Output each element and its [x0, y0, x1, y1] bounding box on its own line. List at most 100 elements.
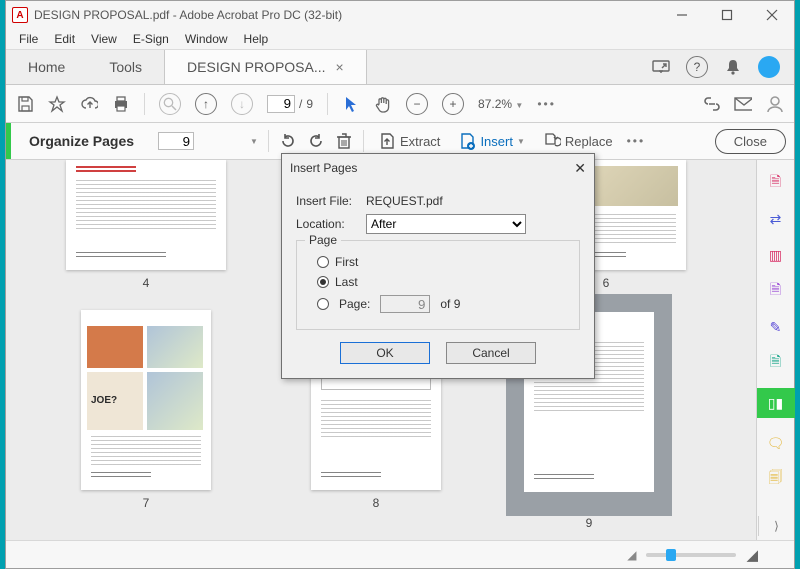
help-icon[interactable]: ? — [686, 56, 708, 78]
extract-icon — [378, 132, 396, 150]
rotate-cw-icon[interactable] — [307, 132, 325, 150]
organize-close-button[interactable]: Close — [715, 129, 786, 154]
menu-esign[interactable]: E-Sign — [126, 30, 176, 48]
acrobat-window: A DESIGN PROPOSAL.pdf - Adobe Acrobat Pr… — [5, 0, 795, 569]
chevron-down-icon: ▼ — [515, 101, 523, 110]
insert-pages-dialog: Insert Pages ✕ Insert File: REQUEST.pdf … — [281, 153, 595, 379]
radio-first-label: First — [335, 255, 358, 269]
organize-pages-tool-icon[interactable]: ▯▮ — [757, 388, 795, 418]
radio-page-label: Page: — [339, 297, 370, 311]
zoom-out-icon[interactable]: − — [406, 93, 428, 115]
thumbnail-size-slider[interactable] — [646, 553, 736, 557]
people-share-icon[interactable] — [766, 95, 784, 113]
link-share-icon[interactable] — [702, 95, 720, 113]
organize-title: Organize Pages — [29, 133, 134, 149]
save-icon[interactable] — [16, 95, 34, 113]
menu-edit[interactable]: Edit — [47, 30, 82, 48]
tabbar: Home Tools DESIGN PROPOSA... × ? — [6, 49, 794, 85]
menu-view[interactable]: View — [84, 30, 124, 48]
export-pdf-icon[interactable]: ⇄ — [765, 208, 787, 230]
menu-file[interactable]: File — [12, 30, 45, 48]
menubar: File Edit View E-Sign Window Help — [6, 29, 794, 49]
hand-pan-icon[interactable] — [374, 95, 392, 113]
page-down-icon[interactable]: ↓ — [231, 93, 253, 115]
organize-accent — [6, 123, 11, 159]
radio-first[interactable] — [317, 256, 329, 268]
cloud-upload-icon[interactable] — [80, 95, 98, 113]
add-page-icon[interactable]: 🗎 — [765, 352, 787, 374]
selection-arrow-icon[interactable] — [342, 95, 360, 113]
app-icon: A — [12, 7, 28, 23]
bell-icon[interactable] — [724, 58, 742, 76]
trash-icon[interactable] — [335, 132, 353, 150]
close-window-button[interactable] — [749, 1, 794, 29]
page-sep: / — [299, 97, 302, 111]
minimize-button[interactable] — [659, 1, 704, 29]
rotate-ccw-icon[interactable] — [279, 132, 297, 150]
more-organize-icon[interactable]: ••• — [627, 134, 646, 148]
account-avatar[interactable] — [758, 56, 780, 78]
page-number-input[interactable] — [267, 95, 295, 113]
location-select[interactable]: After — [366, 214, 526, 234]
page-of-label: of 9 — [440, 297, 460, 311]
zoom-level[interactable]: 87.2% ▼ — [478, 97, 523, 111]
maximize-button[interactable] — [704, 1, 749, 29]
email-icon[interactable] — [734, 95, 752, 113]
tab-tools[interactable]: Tools — [87, 50, 164, 84]
insert-label: Insert — [480, 134, 513, 149]
small-thumb-icon[interactable]: ◢ — [627, 548, 636, 562]
tab-document-label: DESIGN PROPOSA... — [187, 59, 325, 75]
tab-document[interactable]: DESIGN PROPOSA... × — [164, 50, 367, 84]
thumbnail-label: 7 — [81, 496, 211, 510]
note-icon[interactable]: 🗐 — [765, 468, 787, 490]
large-thumb-icon[interactable]: ◢ — [746, 546, 758, 564]
zoom-out-find-icon[interactable] — [159, 93, 181, 115]
thumbnail-7[interactable]: JOE? 7 — [81, 310, 211, 510]
tab-close-icon[interactable]: × — [336, 59, 344, 75]
insert-icon — [458, 132, 476, 150]
page-number-field[interactable] — [380, 295, 430, 313]
extract-label: Extract — [400, 134, 440, 149]
page-legend: Page — [305, 233, 341, 247]
thumbnail-label: 8 — [311, 496, 441, 510]
extract-button[interactable]: Extract — [374, 132, 444, 150]
menu-window[interactable]: Window — [178, 30, 235, 48]
location-label: Location: — [296, 217, 358, 231]
create-pdf-icon[interactable]: 🗎 — [765, 172, 787, 194]
radio-last[interactable] — [317, 276, 329, 288]
insert-button[interactable]: Insert ▼ — [454, 132, 528, 150]
share-screen-icon[interactable] — [652, 58, 670, 76]
radio-page[interactable] — [317, 298, 329, 310]
radio-page-row[interactable]: Page: of 9 — [317, 295, 569, 313]
menu-help[interactable]: Help — [237, 30, 276, 48]
sign-icon[interactable]: ✎ — [765, 316, 787, 338]
ok-button[interactable]: OK — [340, 342, 430, 364]
dialog-close-icon[interactable]: ✕ — [574, 160, 586, 177]
comment-icon[interactable]: 🗨 — [765, 432, 787, 454]
radio-last-row[interactable]: Last — [317, 275, 569, 289]
edit-pdf-icon[interactable]: 🗎 — [765, 280, 787, 302]
page-up-icon[interactable]: ↑ — [195, 93, 217, 115]
window-title: DESIGN PROPOSAL.pdf - Adobe Acrobat Pro … — [34, 8, 659, 22]
combine-icon[interactable]: ▥ — [765, 244, 787, 266]
thumbnail-label: 9 — [506, 516, 672, 530]
print-icon[interactable] — [112, 95, 130, 113]
insert-file-label: Insert File: — [296, 194, 358, 208]
chevron-down-icon[interactable]: ▼ — [250, 137, 258, 146]
titlebar: A DESIGN PROPOSAL.pdf - Adobe Acrobat Pr… — [6, 1, 794, 29]
radio-first-row[interactable]: First — [317, 255, 569, 269]
page-number-group: / 9 — [267, 95, 313, 113]
insert-file-value: REQUEST.pdf — [366, 194, 443, 208]
dialog-titlebar[interactable]: Insert Pages ✕ — [282, 154, 594, 182]
more-tools-icon[interactable]: ••• — [537, 97, 556, 111]
tab-home[interactable]: Home — [6, 50, 87, 84]
organize-page-input[interactable] — [158, 132, 194, 150]
chevron-down-icon: ▼ — [517, 137, 525, 146]
zoom-in-icon[interactable]: + — [442, 93, 464, 115]
thumbnail-4[interactable]: 4 — [66, 160, 226, 290]
collapse-right-panel-icon[interactable]: ⟩ — [758, 516, 794, 536]
replace-button[interactable]: Replace — [539, 132, 617, 150]
cancel-button[interactable]: Cancel — [446, 342, 536, 364]
dialog-title: Insert Pages — [290, 161, 357, 175]
star-icon[interactable] — [48, 95, 66, 113]
